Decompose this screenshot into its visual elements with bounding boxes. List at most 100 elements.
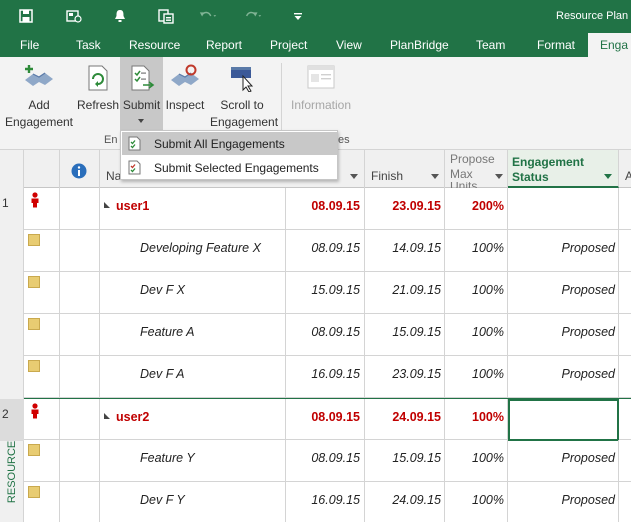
engagement-status-cell[interactable]: Proposed (508, 356, 619, 398)
finish-cell[interactable]: 15.09.15 (365, 440, 445, 482)
name-cell[interactable]: user1 (100, 188, 286, 230)
row-number[interactable]: 1 (0, 188, 24, 230)
finish-cell[interactable]: 21.09.15 (365, 272, 445, 314)
finish-cell[interactable]: 23.09.15 (365, 356, 445, 398)
notification-icon[interactable] (110, 6, 130, 26)
info-cell[interactable] (60, 440, 100, 482)
undo-icon[interactable] (198, 6, 218, 26)
start-cell[interactable]: 08.09.15 (286, 314, 365, 356)
tab-report[interactable]: Report (206, 38, 242, 52)
tab-view[interactable]: View (336, 38, 362, 52)
collapse-triangle-icon[interactable] (104, 202, 110, 208)
row-number[interactable]: 2 (0, 399, 24, 441)
engagement-row[interactable]: Feature A 08.09.15 15.09.15 100% Proposed (24, 314, 631, 356)
tab-engagements[interactable]: Enga (588, 33, 631, 57)
engagement-status-column-header[interactable]: Engagement Status (508, 150, 619, 188)
max-units-cell[interactable]: 100% (445, 230, 508, 272)
engagement-row[interactable]: Developing Feature X 08.09.15 14.09.15 100%… (24, 230, 631, 272)
max-units-cell[interactable]: 100% (445, 314, 508, 356)
finish-column-header[interactable]: Finish (365, 150, 445, 188)
finish-cell[interactable]: 24.09.15 (365, 482, 445, 522)
tab-task[interactable]: Task (76, 38, 101, 52)
finish-cell[interactable]: 14.09.15 (365, 230, 445, 272)
name-cell[interactable]: user2 (100, 399, 286, 441)
indicator-cell[interactable] (24, 314, 60, 356)
note-icon[interactable] (28, 360, 40, 372)
scroll-to-engagement-button[interactable]: Scroll to Engagement (210, 57, 278, 139)
engagement-status-cell[interactable]: Proposed (508, 314, 619, 356)
info-cell[interactable] (60, 356, 100, 398)
tab-project[interactable]: Project (270, 38, 307, 52)
refresh-button[interactable]: Refresh (76, 57, 120, 139)
note-icon[interactable] (28, 444, 40, 456)
engagement-status-cell[interactable] (508, 188, 619, 230)
max-units-column-header[interactable]: Propose Max Units (445, 150, 508, 188)
start-cell[interactable]: 16.09.15 (286, 482, 365, 522)
indicator-cell[interactable] (24, 440, 60, 482)
filter-arrow-icon[interactable] (495, 174, 503, 179)
selected-cell-outline[interactable] (508, 399, 619, 441)
finish-cell[interactable]: 24.09.15 (365, 399, 445, 441)
row-number[interactable] (0, 356, 24, 398)
name-cell[interactable]: Feature A (100, 314, 286, 356)
max-units-cell[interactable]: 100% (445, 356, 508, 398)
indicator-cell[interactable] (24, 482, 60, 522)
info-cell[interactable] (60, 230, 100, 272)
row-number[interactable] (0, 272, 24, 314)
indicator-column-header[interactable] (60, 150, 100, 188)
max-units-cell[interactable]: 100% (445, 399, 508, 441)
save-icon[interactable] (16, 6, 36, 26)
collapse-triangle-icon[interactable] (104, 413, 110, 419)
name-cell[interactable]: Feature Y (100, 440, 286, 482)
resource-row[interactable]: 1 user1 08.09.15 23.09.15 200% (2, 188, 631, 230)
start-cell[interactable]: 16.09.15 (286, 356, 365, 398)
note-icon[interactable] (28, 486, 40, 498)
customize-icon[interactable] (288, 6, 308, 26)
tab-team[interactable]: Team (476, 38, 505, 52)
indicator-cell[interactable] (24, 272, 60, 314)
filter-arrow-icon[interactable] (604, 174, 612, 179)
select-all-corner[interactable] (24, 150, 60, 188)
start-cell[interactable]: 08.09.15 (286, 188, 365, 230)
tab-file[interactable]: File (20, 38, 39, 52)
engagement-row[interactable]: Dev F A 16.09.15 23.09.15 100% Proposed (24, 356, 631, 398)
engagement-status-cell[interactable]: Proposed (508, 440, 619, 482)
info-cell[interactable] (60, 314, 100, 356)
connect-icon[interactable] (64, 6, 84, 26)
name-cell[interactable]: Dev F A (100, 356, 286, 398)
tab-resource[interactable]: Resource (129, 38, 180, 52)
info-cell[interactable] (60, 482, 100, 522)
filter-arrow-icon[interactable] (431, 174, 439, 179)
max-units-cell[interactable]: 100% (445, 482, 508, 522)
submit-button[interactable]: Submit (120, 57, 163, 130)
row-number[interactable] (0, 314, 24, 356)
max-units-cell[interactable]: 200% (445, 188, 508, 230)
name-cell[interactable]: Dev F X (100, 272, 286, 314)
engagement-row[interactable]: Dev F Y 16.09.15 24.09.15 100% Proposed (24, 482, 631, 522)
indicator-cell[interactable] (24, 399, 60, 441)
indicator-cell[interactable] (24, 188, 60, 230)
finish-cell[interactable]: 15.09.15 (365, 314, 445, 356)
filter-arrow-icon[interactable] (350, 174, 358, 179)
row-number[interactable] (0, 440, 24, 482)
next-column-header[interactable]: A (619, 150, 631, 188)
note-icon[interactable] (28, 276, 40, 288)
finish-cell[interactable]: 23.09.15 (365, 188, 445, 230)
max-units-cell[interactable]: 100% (445, 440, 508, 482)
start-cell[interactable]: 08.09.15 (286, 399, 365, 441)
start-cell[interactable]: 08.09.15 (286, 440, 365, 482)
submit-all-engagements-item[interactable]: Submit All Engagements (122, 132, 337, 155)
info-cell[interactable] (60, 399, 100, 441)
start-cell[interactable]: 08.09.15 (286, 230, 365, 272)
inspect-button[interactable]: Inspect (163, 57, 207, 139)
submit-selected-engagements-item[interactable]: Submit Selected Engagements (122, 156, 337, 179)
add-engagement-button[interactable]: Add Engagement (4, 57, 74, 139)
max-units-cell[interactable]: 100% (445, 272, 508, 314)
tab-planbridge[interactable]: PlanBridge (390, 38, 449, 52)
row-number[interactable] (0, 482, 24, 522)
redo-icon[interactable] (243, 6, 263, 26)
clipboard-icon[interactable] (156, 6, 176, 26)
note-icon[interactable] (28, 318, 40, 330)
engagement-row[interactable]: Feature Y 08.09.15 15.09.15 100% Proposed (24, 440, 631, 482)
resource-row[interactable]: 2 user2 08.09.15 24.09.15 100% (0, 398, 631, 441)
